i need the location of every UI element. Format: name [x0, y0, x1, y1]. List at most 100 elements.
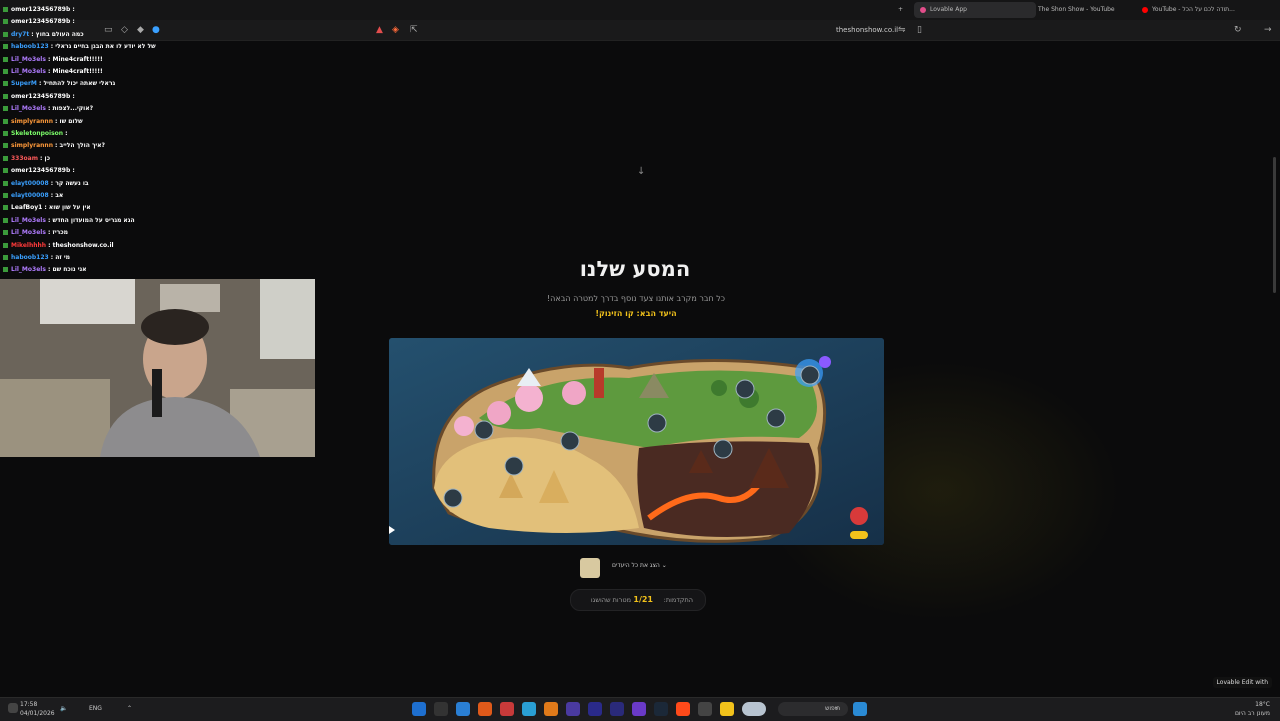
tab-lovable-app[interactable]: Lovable App [914, 2, 1036, 18]
chat-username: elayt00008 [11, 179, 49, 187]
scroll-icon[interactable] [580, 558, 600, 578]
chat-separator: : [70, 92, 75, 100]
chat-badge-icon [3, 155, 8, 161]
chat-message: Lil_Mo3els : Mine4craft!!!!! [3, 66, 103, 78]
chat-message: Lil_Mo3els : מכריז [3, 227, 68, 239]
chat-username: Lil_Mo3els [11, 266, 46, 274]
chat-username: haboob123 [11, 254, 49, 261]
tab-label: The Shon Show - YouTube [1038, 6, 1115, 13]
chat-username: omer123456789b [11, 92, 71, 100]
chat-username: simplyrannn [11, 142, 53, 150]
taskbar: 17:58 04/01/2026 🔈 ENG ⌃ חיפוש ⌕ 18°C מע… [0, 697, 1280, 721]
warning-icon[interactable]: ▲ [376, 24, 383, 36]
chat-message: omer123456789b : [3, 4, 75, 16]
chat-text: מכריז [52, 229, 69, 237]
reload-icon[interactable]: ↻ [1234, 24, 1242, 36]
clock-time: 17:58 [20, 701, 38, 708]
chat-message: elayt00008 : אב [3, 190, 63, 202]
progress-value: 1/21 [633, 595, 653, 604]
chat-message: elayt00008 : בו נעשה קר [3, 178, 89, 190]
windows-start-icon[interactable] [853, 702, 867, 716]
page-scrollbar[interactable] [1273, 157, 1276, 293]
chat-badge-icon [3, 44, 8, 50]
steam-icon[interactable] [654, 702, 668, 716]
chat-separator: : [29, 30, 36, 38]
tab-youtube[interactable]: YouTube - תודה לכם על הכל... [1142, 2, 1264, 18]
chat-badge-icon [3, 168, 8, 174]
forward-icon[interactable]: → [1264, 24, 1272, 36]
progress-label: התקדמות: [663, 596, 693, 604]
chat-badge-icon [3, 242, 8, 248]
app-icon[interactable] [412, 702, 426, 716]
app-icon[interactable] [698, 702, 712, 716]
share-icon[interactable]: ⇱ [410, 24, 418, 36]
chat-text: מי זה [55, 254, 70, 261]
url-field[interactable]: theshonshow.co.il [836, 24, 898, 36]
tab-shon-show[interactable]: The Shon Show - YouTube [1038, 2, 1138, 18]
blender-icon[interactable] [544, 702, 558, 716]
app-icon[interactable] [434, 702, 448, 716]
edge-icon[interactable] [456, 702, 470, 716]
chat-username: Lil_Mo3els [11, 68, 46, 75]
widgets-icon[interactable] [8, 703, 18, 713]
chat-username: omer123456789b [11, 167, 71, 175]
app-icon[interactable] [742, 702, 766, 716]
app-icon[interactable] [478, 702, 492, 716]
chevron-up-icon[interactable]: ⌃ [127, 705, 132, 712]
language-indicator[interactable]: ENG [89, 705, 102, 712]
chat-separator: : [63, 130, 68, 137]
clock[interactable]: 17:58 04/01/2026 [20, 700, 55, 718]
scroll-down-icon[interactable]: ↓ [637, 166, 645, 177]
folder-icon[interactable] [720, 702, 734, 716]
chat-text: כן [44, 154, 50, 162]
journey-map[interactable] [389, 338, 884, 545]
app-icon[interactable] [566, 702, 580, 716]
search-icon[interactable]: ⌕ [835, 705, 838, 713]
chat-badge-icon [3, 69, 8, 74]
bookmark-icon[interactable]: ▯ [917, 24, 922, 36]
chat-text: שלום שו [59, 117, 83, 125]
chat-username: Mikelhhhh [11, 241, 47, 249]
weather-widget[interactable]: 18°C מעונן רב היום [1235, 700, 1270, 718]
chat-username: Lil_Mo3els [11, 55, 46, 63]
chat-text: של לא יודע לו את הבגן בחיים גראלי [55, 43, 156, 51]
chat-message: SuperM : גראלי שאתה יכול להתחיל [3, 78, 115, 90]
chat-badge-icon [3, 19, 8, 25]
chat-separator: : [46, 241, 53, 249]
chat-message: Lil_Mo3els : אני נוכח שם [3, 264, 87, 276]
chat-badge-icon [3, 31, 8, 37]
chat-separator: : [70, 167, 75, 175]
chat-separator: : [37, 154, 45, 162]
after-effects-icon[interactable] [588, 702, 602, 716]
chat-text: אין על שון שוא [48, 204, 91, 212]
chat-message: dry7t : כמה העולם בחוץ [3, 29, 84, 41]
brave-icon[interactable] [676, 702, 690, 716]
settings-icon[interactable]: ⇋ [898, 24, 906, 36]
chat-message: simplyrannn : שלום שו [3, 116, 83, 128]
chat-message: LeafBoy1 : אין על שון שוא [3, 202, 91, 214]
chat-text: אב [55, 192, 64, 199]
chat-username: haboob123 [11, 43, 49, 51]
progress-pill: התקדמות: 1/21 מטרות שהושגו [570, 589, 706, 611]
app-icon[interactable] [522, 702, 536, 716]
chat-text: איך הולך הלייב? [59, 142, 106, 150]
new-tab-button[interactable]: + [898, 2, 903, 18]
premiere-icon[interactable] [610, 702, 624, 716]
chat-badge-icon [3, 267, 8, 273]
show-all-destinations-button[interactable]: ⌄ הצג את כל היעדים [612, 562, 667, 569]
chat-username: omer123456789b [11, 6, 71, 13]
chat-message: Skeletonpoison : [3, 128, 68, 140]
chat-message: omer123456789b : [3, 165, 75, 177]
app-icon[interactable] [500, 702, 514, 716]
chat-text: גראלי שאתה יכול להתחיל [43, 80, 116, 88]
lovable-edit-badge[interactable]: Lovable Edit with [1212, 677, 1272, 688]
brave-icon[interactable]: ◈ [392, 24, 399, 36]
volume-icon[interactable]: 🔈 [60, 705, 67, 712]
lovable-icon [920, 6, 926, 13]
chat-text: אני נוכח שם [52, 266, 87, 274]
app-icon[interactable] [632, 702, 646, 716]
tab-label: Lovable App [930, 6, 967, 13]
chat-message: Lil_Mo3els : אוקי...לצפות? [3, 103, 93, 115]
chat-badge-icon [3, 180, 8, 186]
chat-separator: : [70, 18, 75, 26]
